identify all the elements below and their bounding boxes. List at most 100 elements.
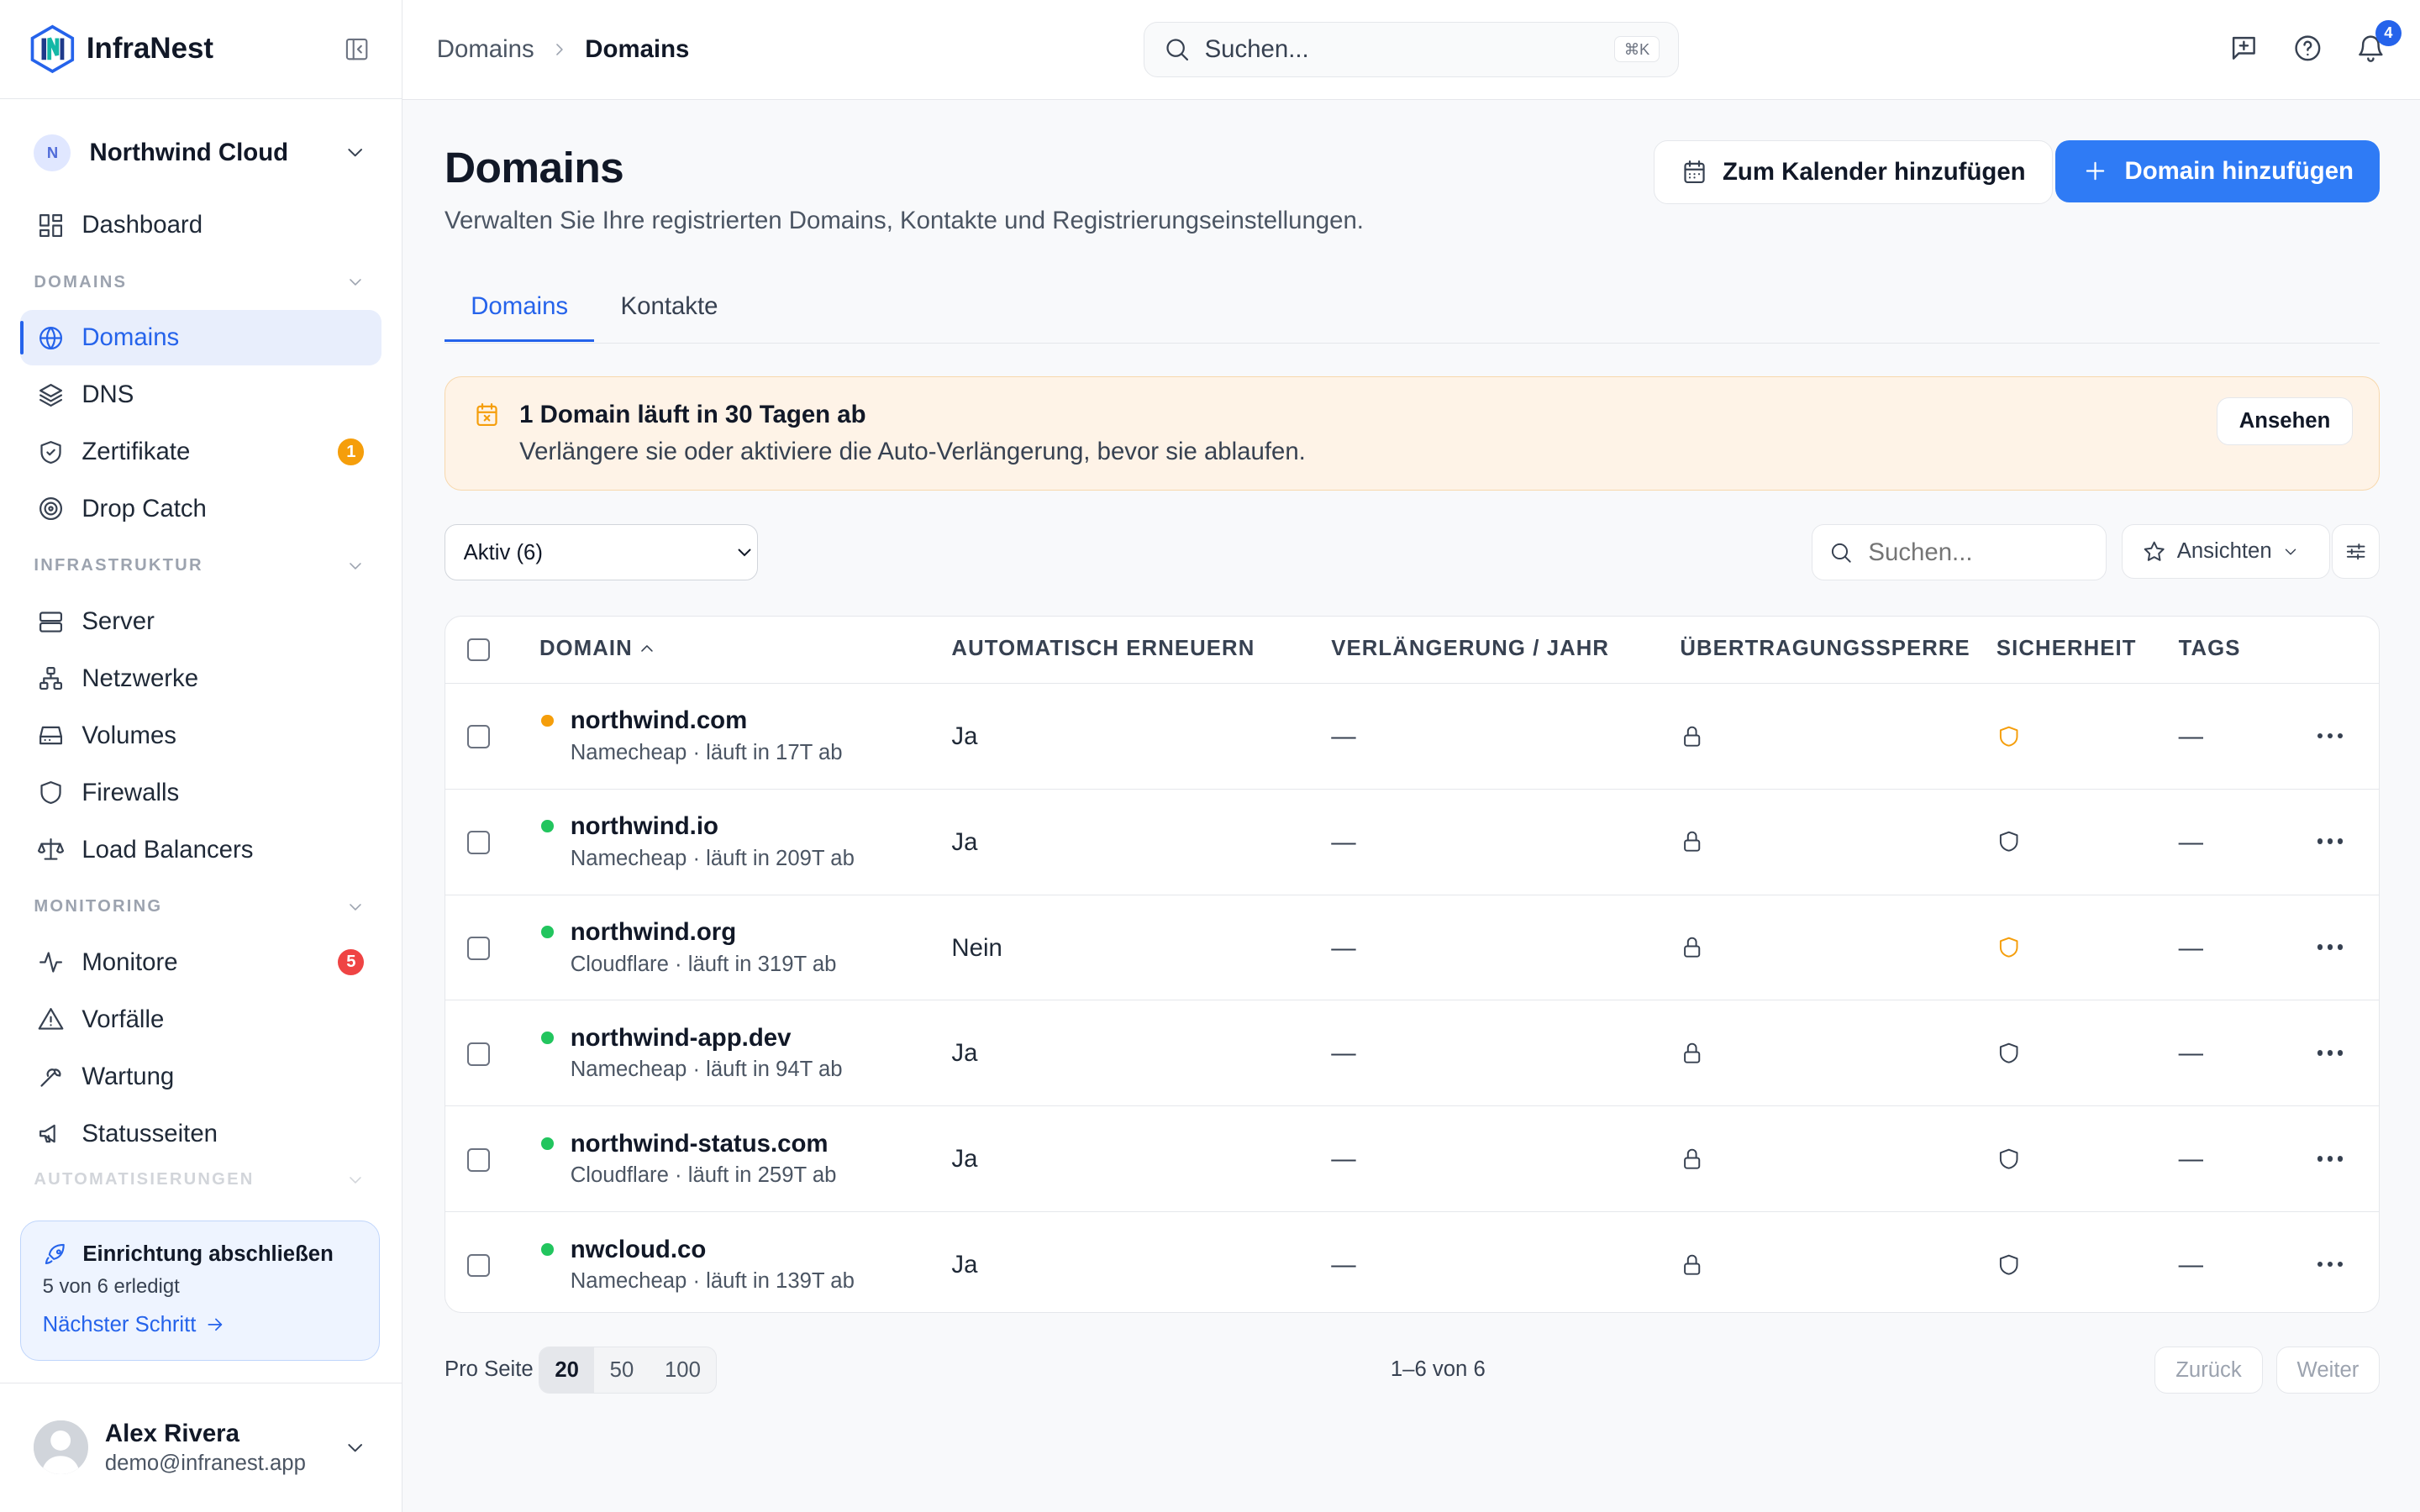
domain-name[interactable]: northwind.com — [571, 706, 748, 735]
table-row[interactable]: northwind-status.com Cloudflare · läuft … — [445, 1106, 2380, 1213]
row-actions-menu-icon[interactable] — [2317, 1156, 2344, 1162]
per-page-option[interactable]: 100 — [650, 1347, 717, 1392]
feedback-icon[interactable] — [2228, 33, 2260, 64]
prev-page-button[interactable]: Zurück — [2154, 1347, 2263, 1394]
section-label: AUTOMATISIERUNGEN — [34, 1170, 255, 1189]
sidebar-item-label: Firewalls — [82, 778, 180, 806]
shield-icon — [1999, 937, 2018, 958]
sidebar-item-server[interactable]: Server — [20, 594, 381, 649]
section-domains[interactable]: DOMAINS — [20, 255, 381, 310]
next-page-button[interactable]: Weiter — [2275, 1347, 2381, 1394]
row-actions-menu-icon[interactable] — [2317, 1262, 2344, 1268]
global-search[interactable]: Suchen... ⌘K — [1144, 21, 1680, 77]
activity-icon — [39, 952, 63, 973]
section-automation[interactable]: AUTOMATISIERUNGEN — [20, 1163, 381, 1197]
auto-renew-value: Ja — [951, 722, 978, 750]
sidebar-item-maintenance[interactable]: Wartung — [20, 1049, 381, 1105]
row-actions-menu-icon[interactable] — [2317, 944, 2344, 950]
section-label: MONITORING — [34, 897, 163, 916]
domain-name[interactable]: nwcloud.co — [571, 1236, 707, 1264]
column-renewal-price-header: VERLÄNGERUNG / JAHR — [1331, 636, 1610, 660]
renewal-price-value: — — [1331, 1039, 1356, 1068]
sidebar-item-volumes[interactable]: Volumes — [20, 708, 381, 764]
views-button[interactable]: Ansichten — [2122, 524, 2330, 579]
brand: InfraNest — [0, 0, 402, 99]
row-checkbox[interactable] — [466, 725, 491, 748]
add-domain-button[interactable]: Domain hinzufügen — [2054, 140, 2381, 202]
org-switcher[interactable]: N Northwind Cloud — [34, 129, 367, 176]
section-monitoring[interactable]: MONITORING — [20, 879, 381, 935]
sidebar-item-label: Netzwerke — [82, 664, 199, 692]
row-actions-menu-icon[interactable] — [2317, 1050, 2344, 1056]
sidebar-item-monitors[interactable]: Monitore 5 — [20, 935, 381, 990]
row-checkbox[interactable] — [466, 937, 491, 960]
tags-value: — — [2178, 933, 2203, 962]
sidebar-item-firewalls[interactable]: Firewalls — [20, 765, 381, 821]
column-domain-header[interactable]: DOMAIN — [539, 637, 657, 661]
row-checkbox[interactable] — [466, 1147, 491, 1172]
sort-asc-icon — [641, 645, 654, 652]
calendar-icon — [1684, 160, 1706, 184]
table-search-input[interactable] — [1865, 536, 2088, 569]
table-body: northwind.com Namecheap · läuft in 17T a… — [445, 684, 2380, 1312]
domain-name[interactable]: northwind.io — [571, 812, 718, 841]
notification-count-badge: 4 — [2375, 19, 2402, 47]
table-row[interactable]: northwind-app.dev Namecheap · läuft in 9… — [445, 1000, 2380, 1107]
user-menu[interactable]: Alex Rivera demo@infranest.app — [0, 1382, 402, 1512]
domain-name[interactable]: northwind-status.com — [571, 1130, 829, 1158]
collapse-sidebar-button[interactable] — [339, 32, 373, 66]
section-label: INFRASTRUKTUR — [34, 556, 203, 575]
sidebar-item-status-pages[interactable]: Statusseiten — [20, 1106, 381, 1162]
scale-icon — [38, 838, 65, 860]
row-actions-menu-icon[interactable] — [2317, 838, 2344, 844]
tab-contacts[interactable]: Kontakte — [594, 275, 744, 339]
arrow-right-icon — [208, 1318, 222, 1331]
add-to-calendar-label: Zum Kalender hinzufügen — [1722, 157, 2026, 186]
shortcut-hint: ⌘K — [1613, 36, 1660, 63]
row-actions-menu-icon[interactable] — [2317, 732, 2344, 738]
sidebar-item-networks[interactable]: Netzwerke — [20, 651, 381, 706]
tab-domains[interactable]: Domains — [444, 275, 595, 343]
next-step-link[interactable]: Nächster Schritt — [43, 1313, 358, 1337]
alert-triangle-icon — [38, 1008, 64, 1030]
per-page-option[interactable]: 20 — [539, 1347, 595, 1393]
column-tags-header: TAGS — [2178, 636, 2241, 660]
row-checkbox[interactable] — [466, 1042, 491, 1066]
sidebar-item-domains[interactable]: Domains — [19, 310, 381, 366]
row-checkbox[interactable] — [466, 1253, 491, 1278]
row-checkbox[interactable] — [466, 831, 491, 854]
domain-name[interactable]: northwind.org — [571, 918, 736, 947]
tabs: Domains Kontakte — [444, 275, 2381, 344]
sidebar-item-dashboard[interactable]: Dashboard — [20, 197, 381, 253]
per-page-option[interactable]: 50 — [594, 1347, 649, 1392]
table-row[interactable]: nwcloud.co Namecheap · läuft in 139T ab … — [445, 1212, 2379, 1312]
notifications-button[interactable]: 4 — [2355, 19, 2402, 64]
sidebar-item-dns[interactable]: DNS — [20, 367, 381, 423]
table-row[interactable]: northwind.com Namecheap · läuft in 17T a… — [445, 684, 2380, 790]
setup-progress: 5 von 6 erledigt — [42, 1275, 180, 1299]
view-expiring-button[interactable]: Ansehen — [2217, 397, 2353, 446]
sidebar-item-incidents[interactable]: Vorfälle — [20, 992, 381, 1047]
lock-icon — [1684, 1043, 1701, 1063]
help-icon[interactable] — [2292, 33, 2323, 64]
column-settings-button[interactable] — [2332, 524, 2381, 579]
table-row[interactable]: northwind.io Namecheap · läuft in 209T a… — [445, 790, 2380, 895]
table-row[interactable]: northwind.org Cloudflare · läuft in 319T… — [445, 895, 2380, 1001]
sidebar-item-load-balancers[interactable]: Load Balancers — [20, 822, 381, 878]
sidebar-item-certificates[interactable]: Zertifikate 1 — [20, 424, 381, 480]
auto-renew-value: Ja — [951, 1251, 978, 1279]
section-infrastructure[interactable]: INFRASTRUKTUR — [20, 538, 381, 594]
chevron-down-icon — [348, 1443, 362, 1452]
domain-name[interactable]: northwind-app.dev — [571, 1024, 792, 1053]
breadcrumb-parent[interactable]: Domains — [437, 35, 534, 64]
add-to-calendar-button[interactable]: Zum Kalender hinzufügen — [1654, 140, 2053, 204]
chevron-down-icon — [348, 149, 362, 157]
table-search[interactable] — [1812, 524, 2107, 580]
dashboard-icon — [39, 213, 63, 237]
sidebar-item-label: Volumes — [82, 721, 176, 749]
select-all-checkbox[interactable] — [466, 638, 491, 662]
setup-title: Einrichtung abschließen — [43, 1242, 358, 1268]
lock-icon — [1684, 1254, 1701, 1275]
sidebar-item-drop-catch[interactable]: Drop Catch — [20, 481, 381, 537]
status-filter-select[interactable]: Aktiv (6) — [444, 524, 758, 580]
